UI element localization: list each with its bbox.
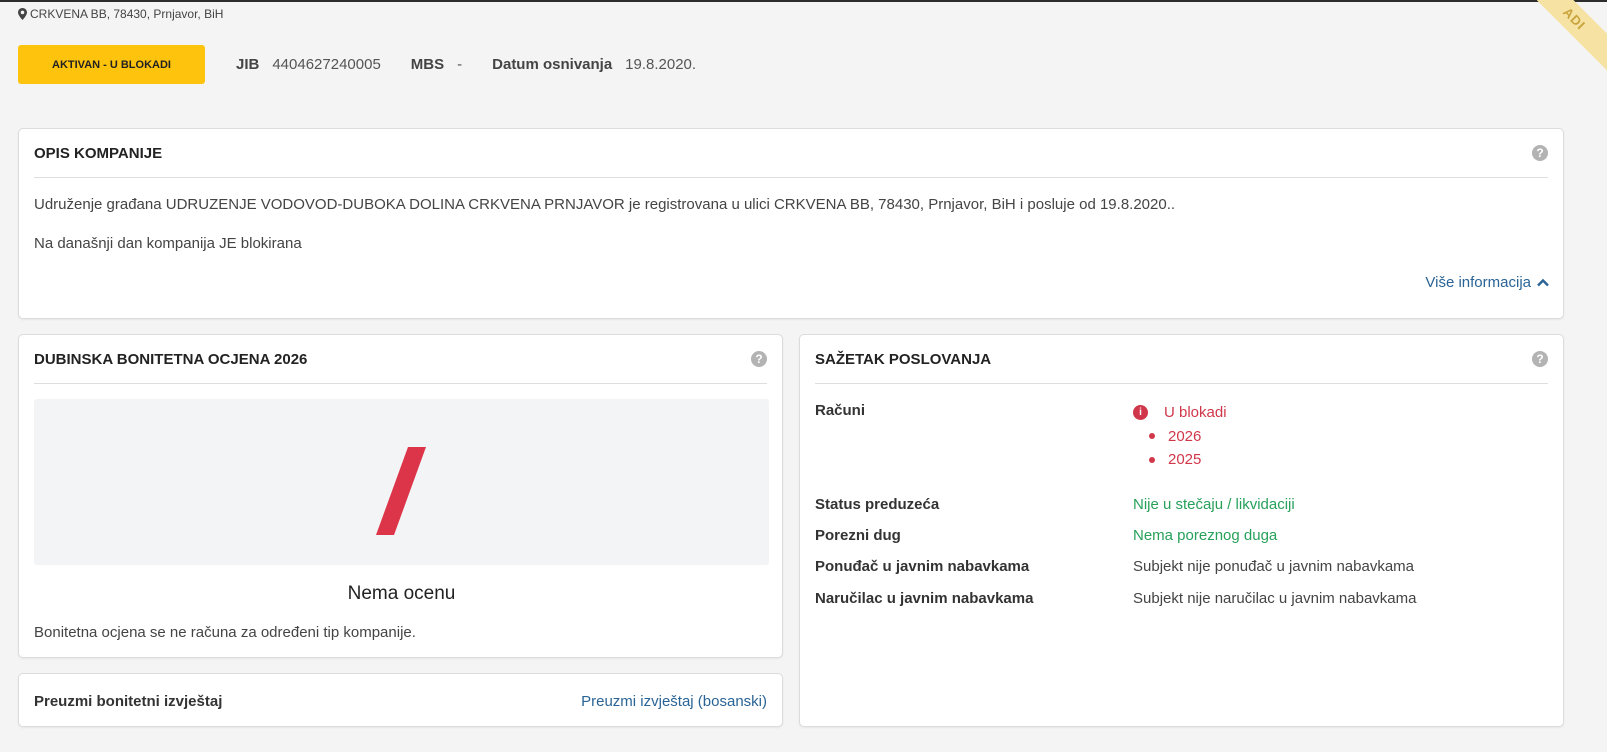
download-report-link[interactable]: Preuzmi izvještaj (bosanski) [581, 693, 767, 710]
question-circle-icon[interactable]: ? [751, 351, 767, 367]
summary-value: Subjekt nije naručilac u javnim nabavkam… [1133, 590, 1417, 607]
info-circle-icon: i [1133, 405, 1148, 421]
card-header: SAŽETAK POSLOVANJA ? [815, 335, 1548, 384]
status-badge[interactable]: AKTIVAN - U BLOKADI [18, 45, 205, 84]
company-description-card: OPIS KOMPANIJE ? Udruženje građana UDRUZ… [18, 128, 1564, 319]
summary-label: Ponuđač u javnim nabavkama [815, 558, 1030, 575]
accounts-label: Računi [815, 402, 866, 419]
download-report-card: Preuzmi bonitetni izvještaj Preuzmi izvj… [18, 673, 783, 727]
summary-label: Naručilac u javnim nabavkama [815, 590, 1034, 607]
rating-card: DUBINSKA BONITETNA OCJENA 2026 ? Nema oc… [18, 334, 783, 658]
accounts-block-list: i U blokadi 2026 2025 [1133, 401, 1227, 472]
meta-mbs-value: - [457, 56, 463, 73]
meta-date-label: Datum osnivanja [492, 56, 613, 73]
map-pin-icon [18, 8, 27, 20]
status-row: AKTIVAN - U BLOKADI JIB 4404627240005 MB… [18, 45, 726, 84]
list-item: 2025 [1133, 448, 1227, 472]
accounts-status: U blokadi [1164, 404, 1227, 422]
ribbon-text: ADI [1537, 0, 1607, 70]
summary-row-company-status: Status preduzeća Nije u stečaju / likvid… [815, 496, 1550, 513]
summary-value: Subjekt nije ponuđač u javnim nabavkama [1133, 558, 1415, 575]
more-info-link[interactable]: Više informacija [1425, 274, 1549, 291]
meta-jib-value: 4404627240005 [272, 56, 381, 73]
corner-ribbon: ADI [1537, 0, 1607, 70]
more-info-label: Više informacija [1425, 274, 1531, 291]
blocked-year: 2026 [1168, 427, 1202, 445]
company-meta: JIB 4404627240005 MBS - Datum osnivanja … [236, 56, 726, 73]
rating-title: DUBINSKA BONITETNA OCJENA 2026 [34, 350, 308, 368]
business-summary-card: SAŽETAK POSLOVANJA ? Računi i U blokadi … [799, 334, 1564, 727]
question-circle-icon[interactable]: ? [1532, 351, 1548, 367]
bullet-dot [1149, 456, 1155, 463]
company-address: CRKVENA BB, 78430, Prnjavor, BiH [18, 7, 223, 21]
meta-mbs-label: MBS [410, 56, 445, 73]
summary-value: Nije u stečaju / likvidaciji [1133, 496, 1295, 513]
list-item: i U blokadi [1133, 401, 1227, 425]
summary-row-contracting: Naručilac u javnim nabavkama Subjekt nij… [815, 590, 1550, 607]
no-grade-slash-icon [376, 447, 426, 535]
chevron-up-icon [1537, 278, 1549, 287]
grade-note: Bonitetna ocjena se ne računa za određen… [34, 624, 416, 641]
meta-date-value: 19.8.2020. [625, 56, 697, 73]
description-block-status: Na današnji dan kompanija JE blokirana [34, 235, 302, 252]
description-title: OPIS KOMPANIJE [34, 144, 163, 162]
question-circle-icon[interactable]: ? [1532, 145, 1548, 161]
list-item: 2026 [1133, 425, 1227, 449]
address-text: CRKVENA BB, 78430, Prnjavor, BiH [30, 7, 224, 21]
card-header: OPIS KOMPANIJE ? [34, 129, 1548, 178]
top-border [0, 0, 1607, 2]
grade-box [34, 399, 769, 565]
summary-value: Nema poreznog duga [1133, 527, 1278, 544]
summary-label: Porezni dug [815, 527, 901, 544]
card-header: DUBINSKA BONITETNA OCJENA 2026 ? [34, 335, 767, 384]
summary-row-tax-debt: Porezni dug Nema poreznog duga [815, 527, 1550, 544]
summary-label: Status preduzeća [815, 496, 940, 513]
blocked-year: 2025 [1168, 451, 1202, 469]
download-title: Preuzmi bonitetni izvještaj [34, 693, 223, 710]
summary-title: SAŽETAK POSLOVANJA [815, 350, 992, 368]
description-paragraph: Udruženje građana UDRUZENJE VODOVOD-DUBO… [34, 196, 1176, 213]
summary-row-bidder: Ponuđač u javnim nabavkama Subjekt nije … [815, 558, 1550, 575]
meta-jib-label: JIB [236, 56, 260, 73]
bullet-dot [1149, 433, 1155, 440]
grade-label: Nema ocenu [347, 583, 456, 604]
